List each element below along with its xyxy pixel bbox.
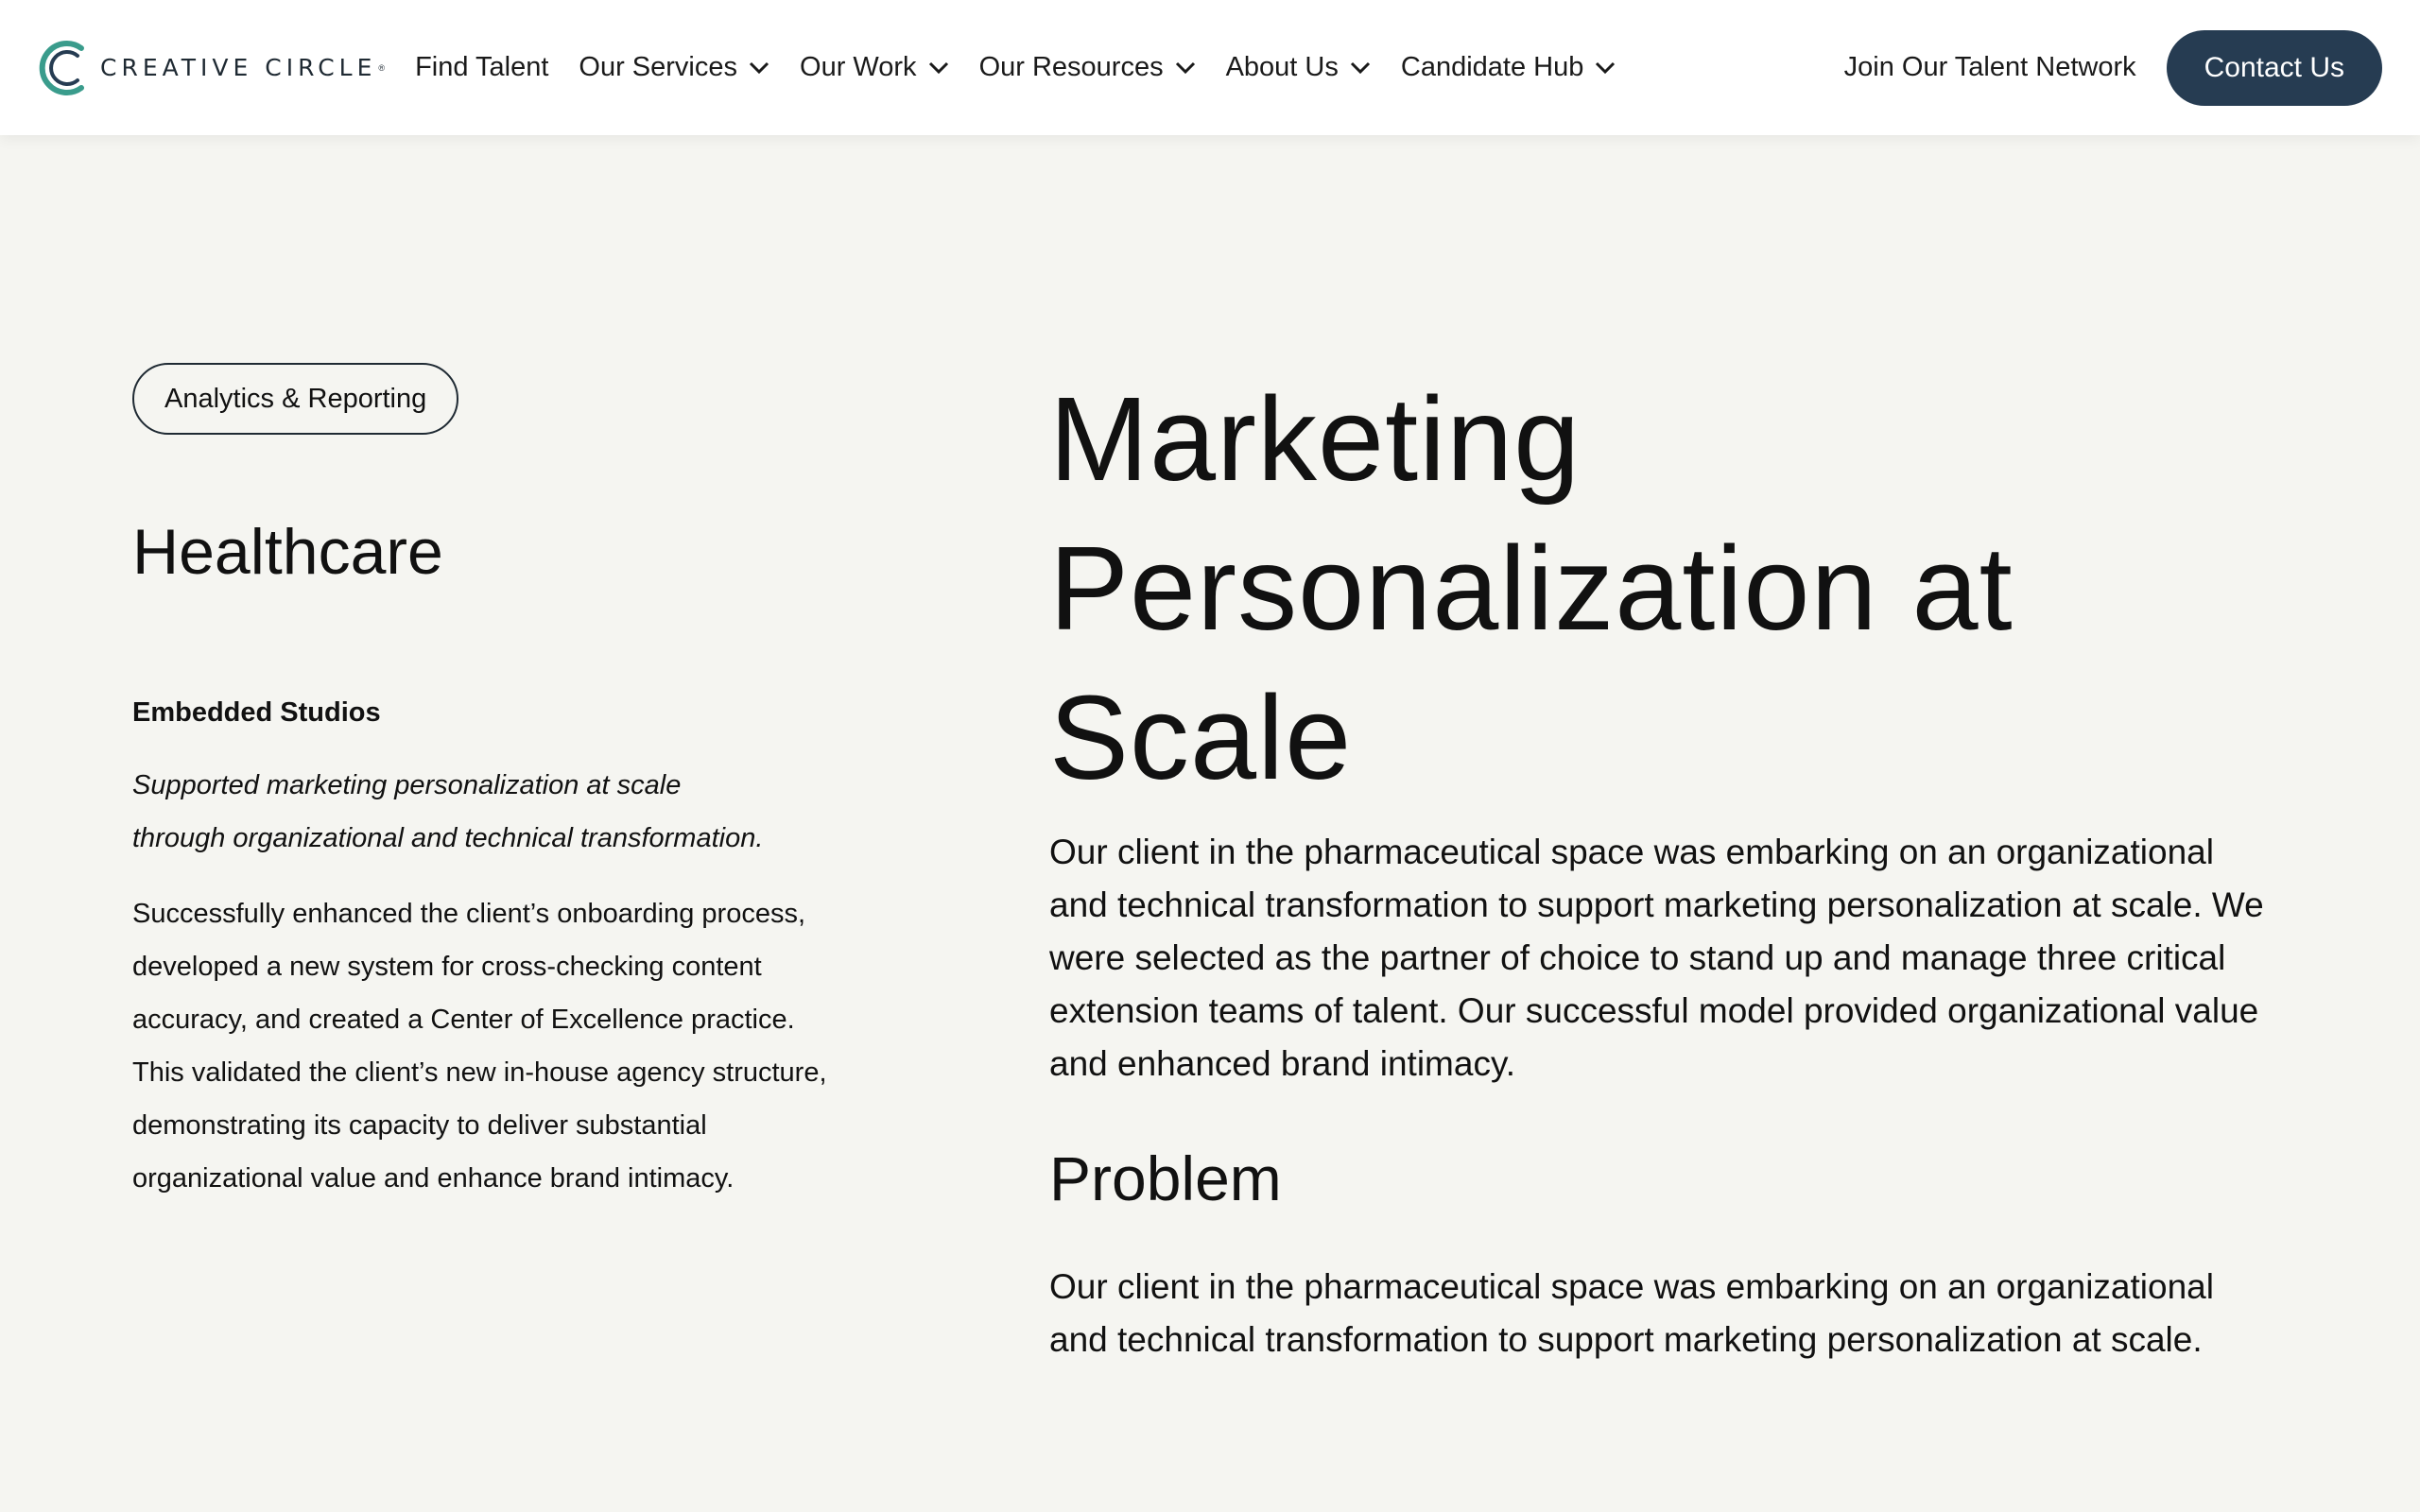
nav-about-us[interactable]: About Us (1226, 52, 1371, 83)
logo-registered-mark: ® (378, 62, 386, 73)
case-study-sidebar: Analytics & Reporting Healthcare Embedde… (132, 363, 832, 1205)
site-header: CREATIVE CIRCLE ® Find Talent Our Servic… (0, 0, 2420, 135)
nav-label: Candidate Hub (1400, 52, 1584, 82)
chevron-down-icon (1350, 61, 1370, 74)
chevron-down-icon (749, 61, 769, 74)
summary-results: Successfully enhanced the client’s onboa… (132, 899, 827, 1194)
problem-paragraph: Our client in the pharmaceutical space w… (1049, 1267, 2214, 1359)
nav-label: Our Resources (978, 52, 1164, 82)
creative-circle-logo-icon (39, 40, 84, 95)
page-title: Marketing Personalization at Scale (1049, 372, 2014, 804)
nav-candidate-hub[interactable]: Candidate Hub (1401, 52, 1616, 83)
nav-label: Find Talent (415, 52, 549, 82)
logo-text: CREATIVE CIRCLE (100, 54, 377, 81)
summary-tagline: Supported marketing personalization at s… (132, 770, 764, 853)
case-study-article: Marketing Personalization at Scale Our c… (1049, 365, 2269, 1366)
logo[interactable]: CREATIVE CIRCLE ® (38, 37, 385, 99)
header-actions: Join Our Talent Network Contact Us (1844, 29, 2382, 106)
main-nav: Find Talent Our Services Our Work Our Re… (415, 52, 1646, 83)
chevron-down-icon (1596, 61, 1616, 74)
intro-paragraph: Our client in the pharmaceutical space w… (1049, 833, 2264, 1083)
nav-our-services[interactable]: Our Services (579, 52, 769, 83)
chevron-down-icon (928, 61, 948, 74)
studio-label: Embedded Studios (132, 697, 381, 728)
nav-label: Our Work (800, 52, 917, 82)
nav-label: Our Services (579, 52, 738, 82)
join-talent-network-link[interactable]: Join Our Talent Network (1844, 52, 2136, 83)
nav-label: About Us (1225, 52, 1339, 82)
industry-heading: Healthcare (132, 516, 443, 588)
nav-find-talent[interactable]: Find Talent (415, 52, 548, 83)
nav-our-resources[interactable]: Our Resources (979, 52, 1196, 83)
category-tag[interactable]: Analytics & Reporting (132, 363, 459, 435)
nav-our-work[interactable]: Our Work (800, 52, 949, 83)
contact-us-button[interactable]: Contact Us (2166, 29, 2382, 106)
problem-heading: Problem (1049, 1143, 1282, 1213)
chevron-down-icon (1175, 61, 1195, 74)
